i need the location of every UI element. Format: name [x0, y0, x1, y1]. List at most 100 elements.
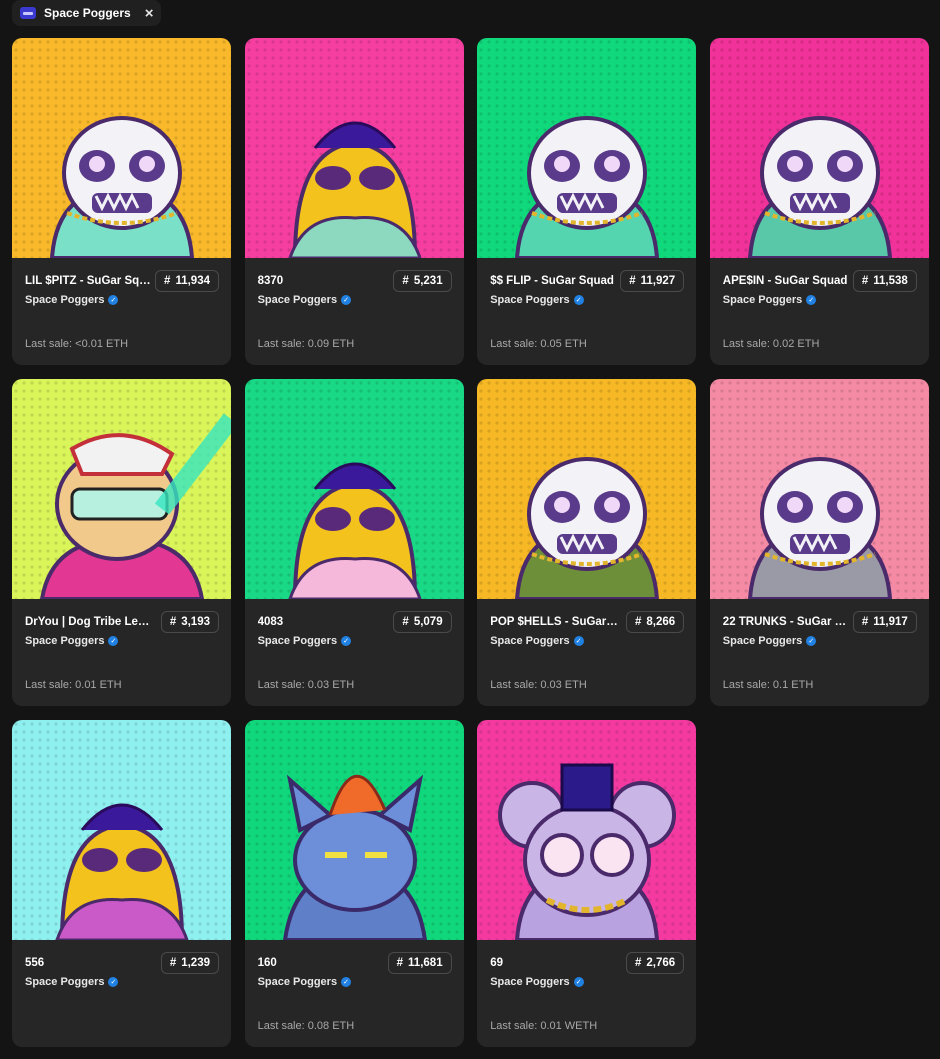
- rarity-rank-badge: #11,681: [387, 952, 452, 974]
- nft-name[interactable]: $$ FLIP - SuGar Squad: [490, 275, 618, 287]
- nft-card[interactable]: POP $HELLS - SuGar Squad #8,266 Space Po…: [477, 379, 697, 706]
- nft-info: DrYou | Dog Tribe Leader #3,193 Space Po…: [12, 599, 231, 706]
- nft-name[interactable]: 22 TRUNKS - SuGar Squad: [723, 616, 851, 628]
- verified-icon: ✓: [573, 295, 584, 305]
- collection-name: Space Poggers: [722, 294, 803, 306]
- rarity-rank: 1,239: [181, 957, 210, 969]
- filter-bar: Space Poggers ×: [12, 0, 162, 26]
- nft-name[interactable]: POP $HELLS - SuGar Squad: [490, 616, 618, 628]
- verified-icon: ✓: [806, 295, 817, 305]
- nft-name[interactable]: DrYou | Dog Tribe Leader: [25, 616, 153, 628]
- collection-logo-icon: [20, 7, 36, 19]
- nft-name[interactable]: LIL $PITZ - SuGar Squad: [25, 275, 153, 287]
- nft-name[interactable]: 69: [490, 957, 618, 969]
- collection-link[interactable]: Space Poggers ✓: [25, 635, 119, 647]
- nft-info: APE$IN - SuGar Squad #11,538 Space Pogge…: [710, 258, 929, 365]
- collection-link[interactable]: Space Poggers ✓: [257, 294, 352, 306]
- hash-icon: #: [169, 616, 177, 628]
- verified-icon: ✓: [806, 636, 817, 646]
- rarity-rank: 2,766: [646, 957, 676, 969]
- collection-link[interactable]: Space Poggers ✓: [490, 294, 584, 306]
- hash-icon: #: [635, 957, 642, 969]
- nft-image[interactable]: [709, 379, 929, 599]
- last-sale: Last sale: 0.01 WETH: [490, 1020, 598, 1032]
- nft-name[interactable]: 160: [258, 957, 386, 969]
- nft-image[interactable]: [244, 720, 464, 940]
- last-sale: Last sale: 0.02 ETH: [722, 338, 820, 350]
- hash-icon: #: [396, 957, 404, 969]
- nft-card[interactable]: 556 #1,239 Space Poggers ✓: [12, 720, 231, 1047]
- rarity-rank: 5,079: [413, 616, 443, 628]
- close-icon[interactable]: ×: [145, 6, 154, 21]
- rarity-rank-badge: #1,239: [160, 952, 219, 974]
- nft-image[interactable]: [477, 379, 697, 599]
- filter-chip-space-poggers[interactable]: Space Poggers ×: [12, 0, 162, 26]
- nft-image[interactable]: [12, 379, 231, 599]
- nft-info: LIL $PITZ - SuGar Squad #11,934 Space Po…: [12, 258, 231, 365]
- last-sale: Last sale: 0.09 ETH: [257, 338, 355, 350]
- rarity-rank-badge: #11,927: [620, 270, 685, 292]
- nft-name[interactable]: 556: [25, 957, 153, 969]
- verified-icon: ✓: [108, 636, 119, 646]
- collection-name: Space Poggers: [490, 976, 570, 988]
- rarity-rank: 11,927: [640, 275, 676, 287]
- nft-card[interactable]: APE$IN - SuGar Squad #11,538 Space Pogge…: [709, 38, 929, 365]
- verified-icon: ✓: [108, 977, 119, 987]
- collection-link[interactable]: Space Poggers ✓: [722, 294, 817, 306]
- nft-image[interactable]: [12, 38, 231, 258]
- nft-info: 8370 #5,231 Space Poggers ✓ Last sale: 0.…: [245, 258, 464, 365]
- nft-image[interactable]: [12, 720, 231, 940]
- collection-name: Space Poggers: [490, 294, 570, 306]
- nft-card[interactable]: 4083 #5,079 Space Poggers ✓ Last sale: 0.…: [244, 379, 464, 706]
- nft-name[interactable]: 8370: [258, 275, 386, 287]
- rarity-rank-badge: #11,538: [852, 270, 917, 292]
- nft-card[interactable]: 160 #11,681 Space Poggers ✓ Last sale: 0.…: [244, 720, 464, 1047]
- nft-info: 69 #2,766 Space Poggers ✓ Last sale: 0.01…: [477, 940, 696, 1047]
- nft-image[interactable]: [244, 38, 464, 258]
- collection-link[interactable]: Space Poggers ✓: [722, 635, 817, 647]
- collection-name: Space Poggers: [722, 635, 803, 647]
- nft-image[interactable]: [709, 38, 929, 258]
- verified-icon: ✓: [341, 636, 352, 646]
- rarity-rank-badge: #11,934: [155, 270, 219, 292]
- hash-icon: #: [635, 616, 642, 628]
- rarity-rank-badge: #11,917: [852, 611, 917, 633]
- collection-name: Space Poggers: [25, 976, 105, 988]
- nft-info: 556 #1,239 Space Poggers ✓: [12, 940, 231, 1047]
- collection-name: Space Poggers: [25, 294, 105, 306]
- collection-link[interactable]: Space Poggers ✓: [257, 976, 352, 988]
- nft-card[interactable]: 8370 #5,231 Space Poggers ✓ Last sale: 0.…: [244, 38, 464, 365]
- nft-card[interactable]: LIL $PITZ - SuGar Squad #11,934 Space Po…: [12, 38, 231, 365]
- nft-name[interactable]: APE$IN - SuGar Squad: [723, 275, 851, 287]
- rarity-rank-badge: #3,193: [160, 611, 219, 633]
- nft-card[interactable]: DrYou | Dog Tribe Leader #3,193 Space Po…: [12, 379, 231, 706]
- nft-info: POP $HELLS - SuGar Squad #8,266 Space Po…: [477, 599, 696, 706]
- collection-link[interactable]: Space Poggers ✓: [25, 976, 119, 988]
- nft-name[interactable]: 4083: [258, 616, 386, 628]
- verified-icon: ✓: [341, 977, 352, 987]
- rarity-rank: 5,231: [413, 275, 443, 287]
- collection-link[interactable]: Space Poggers ✓: [25, 294, 119, 306]
- collection-link[interactable]: Space Poggers ✓: [490, 635, 584, 647]
- rarity-rank: 8,266: [646, 616, 676, 628]
- collection-name: Space Poggers: [257, 294, 338, 306]
- last-sale: Last sale: 0.03 ETH: [490, 679, 587, 691]
- nft-image[interactable]: [244, 379, 464, 599]
- rarity-rank: 11,681: [408, 957, 443, 969]
- hash-icon: #: [164, 275, 171, 287]
- last-sale: Last sale: 0.05 ETH: [490, 338, 587, 350]
- last-sale: Last sale: 0.01 ETH: [25, 679, 122, 691]
- nft-card[interactable]: $$ FLIP - SuGar Squad #11,927 Space Pogg…: [477, 38, 697, 365]
- nft-info: 160 #11,681 Space Poggers ✓ Last sale: 0.…: [245, 940, 464, 1047]
- collection-name: Space Poggers: [257, 976, 338, 988]
- nft-image[interactable]: [477, 38, 697, 258]
- nft-card[interactable]: 22 TRUNKS - SuGar Squad #11,917 Space Po…: [709, 379, 929, 706]
- rarity-rank: 11,538: [873, 275, 908, 287]
- collection-link[interactable]: Space Poggers ✓: [490, 976, 584, 988]
- collection-link[interactable]: Space Poggers ✓: [258, 635, 352, 647]
- nft-card[interactable]: 69 #2,766 Space Poggers ✓ Last sale: 0.01…: [477, 720, 697, 1047]
- rarity-rank: 11,917: [873, 616, 908, 628]
- hash-icon: #: [169, 957, 177, 969]
- nft-image[interactable]: [477, 720, 697, 940]
- rarity-rank: 3,193: [181, 616, 210, 628]
